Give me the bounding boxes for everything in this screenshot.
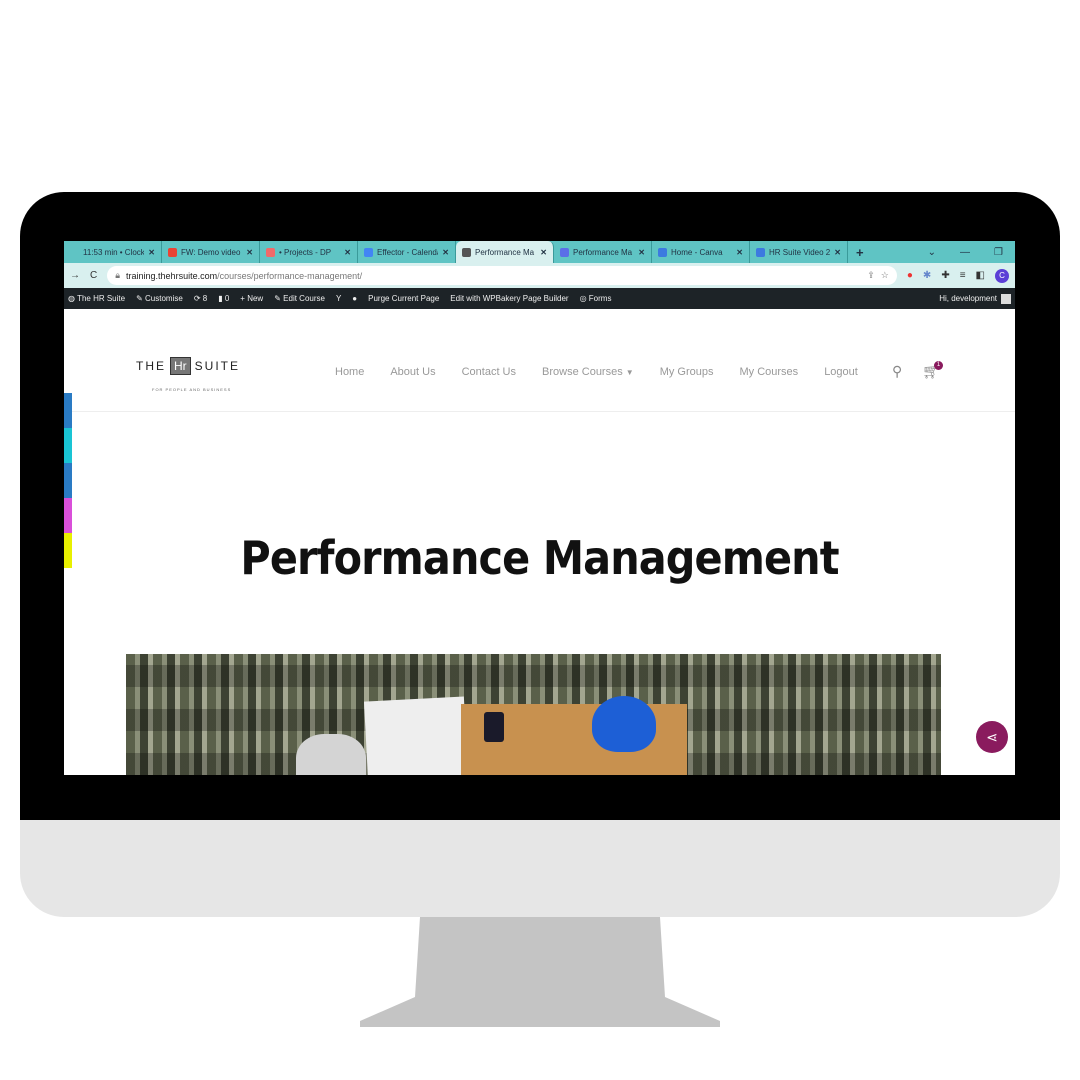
- tab-close-icon[interactable]: ✕: [344, 248, 351, 257]
- tab-title: FW: Demo video: [181, 247, 241, 257]
- status-dot-icon: ●: [352, 294, 358, 303]
- side-color-strip: [64, 393, 72, 568]
- browser-tab[interactable]: Effector - Calendar ✕: [358, 241, 456, 263]
- tab-close-icon[interactable]: ✕: [246, 248, 253, 257]
- tab-close-icon[interactable]: ✕: [442, 248, 449, 257]
- extensions-puzzle-icon[interactable]: ✚: [941, 270, 949, 281]
- tab-title: 11:53 min • Clock: [83, 247, 145, 257]
- tab-search-icon[interactable]: ⌄: [928, 247, 936, 258]
- minimize-icon[interactable]: —: [960, 247, 970, 258]
- url-path: /courses/performance-management/: [217, 270, 363, 281]
- screen: 11:53 min • Clock ✕ FW: Demo video ✕ • Proje…: [64, 241, 1015, 775]
- tab-title: • Projects - DP: [279, 247, 332, 257]
- nav-item[interactable]: My Courses: [740, 366, 799, 378]
- strip-segment: [64, 463, 72, 498]
- yoast-icon[interactable]: Y: [336, 294, 341, 303]
- share-icon: ⋖: [986, 729, 998, 745]
- color-extension-icon[interactable]: ●: [907, 270, 913, 281]
- browser-tab[interactable]: 11:53 min • Clock ✕: [64, 241, 162, 263]
- monitor-stand: [360, 917, 720, 1027]
- restore-icon[interactable]: ❐: [994, 247, 1003, 258]
- admin-forms[interactable]: ◎ Forms: [580, 294, 612, 303]
- tab-title: Performance Ma: [475, 247, 535, 257]
- site-logo[interactable]: THE Hr SUITE: [136, 357, 240, 375]
- tab-title: HR Suite Video 2: [769, 247, 831, 257]
- admin-account[interactable]: Hi, development: [939, 293, 1011, 304]
- tab-close-icon[interactable]: ✕: [834, 248, 841, 257]
- tab-favicon-icon: [658, 247, 667, 257]
- admin-new[interactable]: + New: [240, 294, 263, 303]
- share-page-icon[interactable]: ⇪: [867, 270, 875, 281]
- tab-favicon-icon: [364, 247, 373, 257]
- lock-icon: 🔒︎: [115, 270, 121, 280]
- chevron-down-icon: ▼: [625, 368, 634, 377]
- tab-close-icon[interactable]: ✕: [148, 248, 155, 257]
- admin-comments[interactable]: ▮ 0: [218, 294, 229, 303]
- reading-list-icon[interactable]: ≡: [960, 270, 966, 281]
- url-input[interactable]: 🔒︎ training.thehrsuite.com/courses/perfo…: [107, 266, 897, 285]
- browser-tab[interactable]: Performance Ma ✕: [554, 241, 652, 263]
- user-avatar: [1001, 293, 1011, 304]
- nav-item[interactable]: About Us: [390, 366, 435, 378]
- logo-tagline: FOR PEOPLE AND BUSINESS: [152, 387, 232, 392]
- main-nav: Home About Us Contact Us Browse Courses ▼ My…: [335, 366, 858, 378]
- browser-tab[interactable]: HR Suite Video 2 ✕: [750, 241, 848, 263]
- tab-close-icon[interactable]: ✕: [638, 248, 645, 257]
- gear-extension-icon[interactable]: ✱: [923, 270, 931, 281]
- tab-favicon-icon: [70, 247, 79, 257]
- course-hero-image: [126, 654, 941, 775]
- strip-segment: [64, 428, 72, 463]
- admin-edit-course[interactable]: ✎ Edit Course: [274, 294, 325, 303]
- tab-title: Effector - Calendar: [377, 247, 439, 257]
- reload-icon[interactable]: C: [90, 270, 97, 281]
- tab-close-icon[interactable]: ✕: [736, 248, 743, 257]
- tab-favicon-icon: [560, 247, 569, 257]
- admin-purge[interactable]: Purge Current Page: [368, 294, 439, 303]
- admin-wpbakery[interactable]: Edit with WPBakery Page Builder: [450, 294, 568, 303]
- profile-avatar[interactable]: C: [995, 268, 1009, 283]
- strip-segment: [64, 533, 72, 568]
- tab-title: Home - Canva: [671, 247, 723, 257]
- admin-customise[interactable]: ✎ Customise: [136, 294, 183, 303]
- monitor-chin: [20, 820, 1060, 917]
- tab-title: Performance Ma: [573, 247, 633, 257]
- browser-tab[interactable]: Home - Canva ✕: [652, 241, 750, 263]
- page-title: Performance Management: [240, 531, 839, 585]
- tab-favicon-icon: [462, 247, 471, 257]
- cart-count-badge: 1: [934, 361, 943, 370]
- side-panel-icon[interactable]: ◧: [976, 270, 985, 281]
- tab-favicon-icon: [756, 247, 765, 257]
- wp-admin-bar: ◍ The HR Suite ✎ Customise ⟳ 8 ▮ 0 + New…: [64, 288, 1015, 309]
- new-tab-button[interactable]: +: [848, 245, 872, 260]
- search-icon[interactable]: ⚲: [892, 363, 902, 380]
- nav-item[interactable]: Home: [335, 366, 364, 378]
- tab-favicon-icon: [266, 247, 275, 257]
- site-header: THE Hr SUITE FOR PEOPLE AND BUSINESS Home A…: [64, 309, 1015, 412]
- strip-segment: [64, 393, 72, 428]
- bookmark-star-icon[interactable]: ☆: [881, 270, 889, 281]
- url-host: training.thehrsuite.com: [126, 270, 218, 281]
- admin-site[interactable]: ◍ The HR Suite: [68, 294, 125, 303]
- tab-close-icon[interactable]: ✕: [540, 248, 547, 257]
- nav-item[interactable]: Browse Courses ▼: [542, 366, 634, 378]
- share-button[interactable]: ⋖: [976, 721, 1008, 753]
- nav-item[interactable]: Contact Us: [462, 366, 516, 378]
- admin-updates[interactable]: ⟳ 8: [194, 294, 207, 303]
- forward-icon[interactable]: →: [70, 270, 80, 281]
- address-bar: → C 🔒︎ training.thehrsuite.com/courses/p…: [64, 263, 1015, 288]
- browser-tab[interactable]: FW: Demo video ✕: [162, 241, 260, 263]
- strip-segment: [64, 498, 72, 533]
- nav-item[interactable]: My Groups: [660, 366, 714, 378]
- tab-favicon-icon: [168, 247, 177, 257]
- nav-item[interactable]: Logout: [824, 366, 858, 378]
- browser-tab[interactable]: Performance Ma ✕: [456, 241, 554, 263]
- tab-bar: 11:53 min • Clock ✕ FW: Demo video ✕ • Proje…: [64, 241, 1015, 263]
- browser-tab[interactable]: • Projects - DP ✕: [260, 241, 358, 263]
